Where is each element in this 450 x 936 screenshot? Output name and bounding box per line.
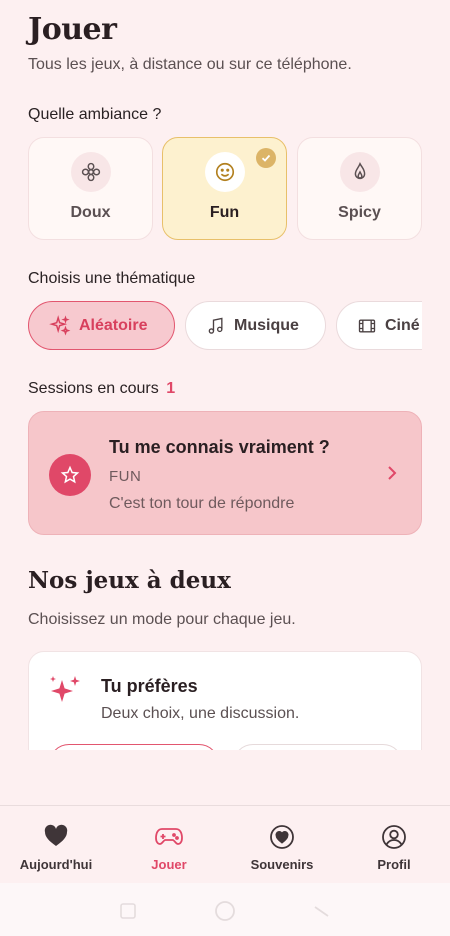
check-icon: [256, 148, 276, 168]
theme-chip-aleatoire[interactable]: Aléatoire: [28, 301, 175, 350]
nav-item-souvenirs[interactable]: Souvenirs: [226, 806, 338, 884]
nav-item-profil[interactable]: Profil: [338, 806, 450, 884]
mood-selector: Doux Fun Spicy: [28, 137, 428, 241]
session-card[interactable]: Tu me connais vraiment ? FUN C'est ton t…: [28, 411, 422, 535]
theme-chip-row[interactable]: Aléatoire Musique Ciné: [28, 301, 422, 351]
back-icon[interactable]: [312, 901, 332, 926]
game-description: Deux choix, une discussion.: [101, 705, 300, 722]
mood-option-label: Fun: [209, 204, 240, 221]
main-scroll-area[interactable]: Jouer Tous les jeux, à distance ou sur c…: [0, 0, 450, 750]
home-icon[interactable]: [213, 899, 237, 928]
game-mode-button-secondary[interactable]: [233, 744, 403, 750]
page-title: Jouer: [28, 12, 117, 47]
system-navigation-bar: [0, 883, 450, 936]
games-section-subtitle: Choisissez un mode pour chaque jeu.: [28, 611, 296, 628]
star-icon: [49, 454, 91, 496]
heart-circle-icon: [226, 824, 338, 850]
nav-label: Jouer: [151, 857, 187, 872]
mood-option-spicy[interactable]: Spicy: [297, 137, 422, 240]
nav-label: Profil: [377, 857, 411, 872]
gamepad-icon: [113, 824, 225, 848]
game-card-tu-preferes[interactable]: Tu préfères Deux choix, une discussion.: [28, 651, 422, 750]
smile-icon: [205, 152, 245, 192]
music-note-icon: [208, 317, 223, 334]
session-mood: FUN: [109, 468, 142, 485]
flower-icon: [71, 152, 111, 192]
mood-option-label: Spicy: [338, 204, 381, 221]
games-section-title: Nos jeux à deux: [28, 567, 231, 594]
page-subtitle: Tous les jeux, à distance ou sur ce télé…: [28, 56, 352, 73]
nav-label: Aujourd'hui: [19, 857, 93, 872]
theme-chip-musique[interactable]: Musique: [185, 301, 326, 350]
bottom-navigation: Aujourd'hui Jouer Souvenirs Profil: [0, 805, 450, 883]
mood-section-label: Quelle ambiance ?: [28, 106, 162, 123]
theme-section-label: Choisis une thématique: [28, 270, 196, 287]
sessions-label: Sessions en cours: [28, 380, 159, 397]
nav-item-aujourdhui[interactable]: Aujourd'hui: [0, 806, 112, 884]
theme-chip-cine[interactable]: Ciné: [336, 301, 422, 350]
game-title: Tu préfères: [101, 676, 198, 696]
film-icon: [358, 319, 376, 332]
nav-label: Souvenirs: [250, 857, 314, 872]
mood-option-doux[interactable]: Doux: [28, 137, 153, 240]
mood-option-label: Doux: [70, 204, 111, 221]
chevron-right-icon: [385, 464, 399, 487]
sparkles-icon: [45, 672, 85, 717]
theme-chip-label: Musique: [234, 316, 299, 334]
recent-apps-icon[interactable]: [118, 901, 138, 926]
sessions-count: 1: [166, 380, 176, 397]
theme-chip-label: Ciné: [385, 316, 420, 334]
sparkles-icon: [49, 314, 71, 335]
session-status: C'est ton tour de répondre: [109, 495, 295, 512]
flame-icon: [340, 152, 380, 192]
user-circle-icon: [338, 824, 450, 850]
nav-item-jouer[interactable]: Jouer: [113, 806, 225, 884]
sessions-section-label: Sessions en cours 1: [28, 380, 175, 398]
heart-icon: [0, 824, 112, 848]
session-title: Tu me connais vraiment ?: [109, 437, 330, 457]
mood-option-fun[interactable]: Fun: [162, 137, 287, 240]
game-mode-button-primary[interactable]: [49, 744, 219, 750]
theme-chip-label: Aléatoire: [79, 316, 148, 334]
